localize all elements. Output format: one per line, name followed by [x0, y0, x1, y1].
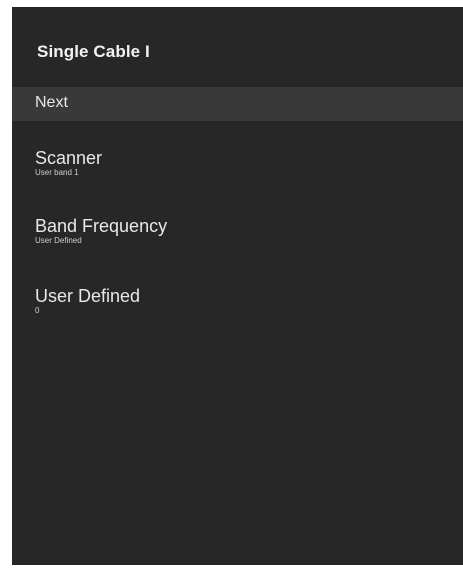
settings-panel: Single Cable I Next Scanner User band 1 … [12, 7, 463, 565]
menu-item-value: User band 1 [35, 168, 79, 177]
menu-item-value: 0 [35, 306, 40, 315]
page-title: Single Cable I [37, 42, 150, 61]
menu-item-band-frequency[interactable]: Band Frequency User Defined [35, 216, 435, 246]
menu-item-label: User Defined [35, 286, 141, 306]
menu-item-scanner[interactable]: Scanner User band 1 [35, 148, 435, 178]
menu-item-value: User Defined [35, 236, 82, 245]
menu-item-user-defined[interactable]: User Defined 0 [35, 286, 435, 316]
next-label: Next [35, 94, 68, 111]
menu-item-label: Band Frequency [35, 216, 168, 236]
menu-item-label: Scanner [35, 148, 103, 168]
next-button[interactable]: Next [12, 87, 463, 121]
